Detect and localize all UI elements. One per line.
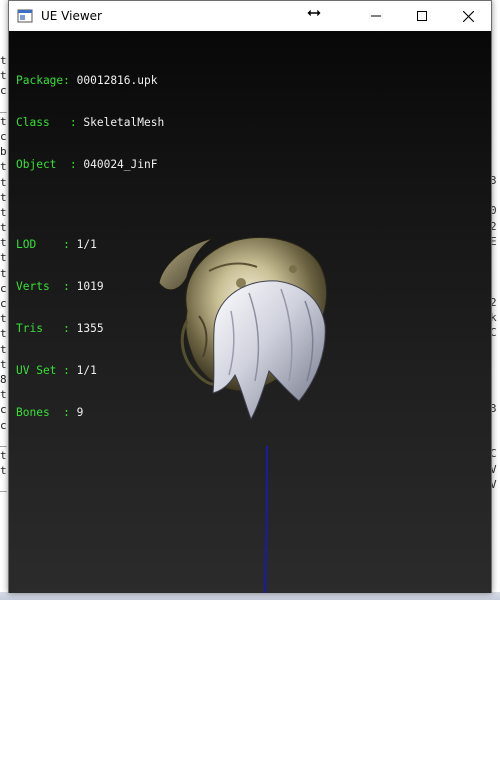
- info-object-row: Object : 040024_JinF: [16, 158, 158, 171]
- title-bar[interactable]: UE Viewer: [9, 1, 491, 31]
- window-controls: [353, 1, 491, 31]
- mesh-info-panel: Package: 00012816.upk Class : SkeletalMe…: [16, 46, 164, 448]
- ue-viewer-window[interactable]: UE Viewer Package: 00012816.upk Class: …: [8, 0, 492, 593]
- info-package-row: Package: 00012816.upk: [16, 74, 158, 87]
- hair-shape: [212, 280, 326, 421]
- info-verts-row: Verts : 1019: [16, 280, 104, 293]
- info-lod-row: LOD : 1/1: [16, 238, 97, 251]
- maximize-button[interactable]: [399, 1, 445, 31]
- maximize-icon: [417, 11, 427, 21]
- bone-line: [264, 446, 268, 593]
- resize-horizontal-cursor-icon: [306, 6, 322, 20]
- info-class-row: Class : SkeletalMesh: [16, 116, 165, 129]
- minimize-icon: [371, 15, 381, 17]
- 3d-viewport[interactable]: Package: 00012816.upk Class : SkeletalMe…: [9, 31, 491, 593]
- taskbar-strip: [0, 592, 500, 600]
- app-icon: [17, 8, 33, 24]
- info-tris-row: Tris : 1355: [16, 322, 104, 335]
- info-bones-row: Bones : 9: [16, 406, 84, 419]
- info-uvset-row: UV Set : 1/1: [16, 364, 97, 377]
- close-button[interactable]: [445, 1, 491, 31]
- minimize-button[interactable]: [353, 1, 399, 31]
- close-icon: [462, 10, 474, 22]
- window-title: UE Viewer: [41, 9, 102, 23]
